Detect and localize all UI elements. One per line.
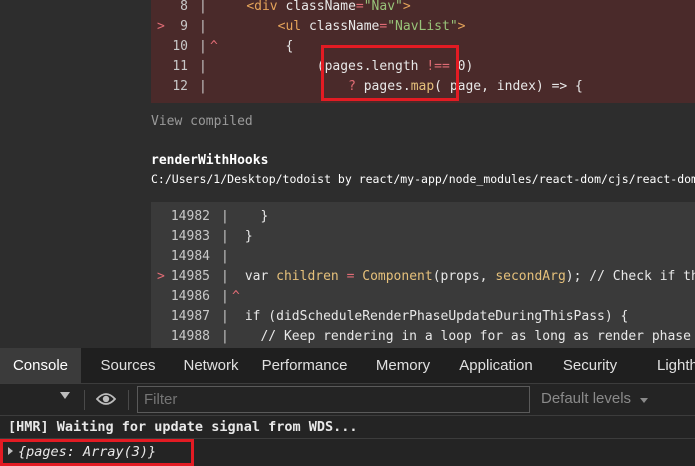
line-number: 8 bbox=[180, 0, 188, 14]
line-number: 14987 bbox=[170, 309, 210, 324]
devtools-tabbar: Console Sources Network Performance Memory Ap… bbox=[0, 348, 695, 384]
code-line: 14988 | // Keep rendering in a loop for a… bbox=[151, 327, 695, 347]
code-token: className bbox=[308, 19, 380, 34]
gutter-pipe: | bbox=[221, 249, 229, 264]
line-number: 14984 bbox=[170, 249, 210, 264]
code-text: } bbox=[237, 207, 268, 227]
toolbar-divider bbox=[84, 390, 85, 410]
code-token: = bbox=[355, 0, 364, 14]
console-toolbar: Default levels bbox=[0, 384, 695, 416]
code-token: <ul bbox=[277, 19, 309, 34]
code-token: } bbox=[237, 209, 269, 224]
line-number: 14983 bbox=[170, 229, 210, 244]
code-line: 14987 | if (didScheduleRenderPhaseUpdateD… bbox=[151, 307, 695, 327]
code-text: } bbox=[237, 227, 253, 247]
gutter-pipe: | bbox=[221, 329, 229, 344]
code-text: { bbox=[215, 37, 293, 57]
gutter-pipe: | bbox=[221, 289, 229, 304]
chevron-down-icon[interactable] bbox=[640, 398, 648, 403]
highlight-box-log bbox=[0, 439, 194, 466]
line-number: 14982 bbox=[170, 209, 210, 224]
code-text: <div className="Nav"> bbox=[215, 0, 411, 17]
tab-sources[interactable]: Sources bbox=[81, 348, 175, 383]
highlight-box-condition bbox=[321, 45, 459, 101]
code-token: var bbox=[237, 269, 277, 284]
code-token: <div bbox=[246, 0, 286, 14]
code-line: >14985 | var children = Component(props, … bbox=[151, 267, 695, 287]
code-token: } bbox=[237, 229, 253, 244]
context-dropdown-icon[interactable] bbox=[60, 392, 70, 399]
code-line: 14982 | } bbox=[151, 207, 695, 227]
tab-security[interactable]: Security bbox=[551, 348, 629, 383]
code-line: >9 | <ul className="NavList"> bbox=[151, 17, 695, 37]
gutter-pipe: | bbox=[199, 59, 207, 74]
code-line: 8 | <div className="Nav"> bbox=[151, 0, 695, 17]
console-filter-input[interactable] bbox=[137, 386, 530, 413]
code-token: "Nav" bbox=[363, 0, 403, 14]
current-line-arrow: > bbox=[157, 19, 165, 34]
eye-icon[interactable] bbox=[96, 392, 116, 406]
tab-performance[interactable]: Performance bbox=[248, 348, 361, 383]
toolbar-divider bbox=[128, 390, 129, 410]
code-token: ); // Check if there was bbox=[565, 269, 695, 284]
log-levels-dropdown[interactable]: Default levels bbox=[541, 390, 631, 407]
gutter-pipe: | bbox=[221, 209, 229, 224]
gutter-pipe: | bbox=[199, 0, 207, 14]
stack-file-path[interactable]: C:/Users/1/Desktop/todoist by react/my-a… bbox=[151, 172, 695, 186]
line-number: 10 bbox=[172, 39, 188, 54]
view-compiled-link[interactable]: View compiled bbox=[151, 114, 253, 129]
code-token: Component bbox=[362, 269, 433, 284]
code-text: // Keep rendering in a loop for as long … bbox=[237, 327, 695, 347]
gutter-pipe: | bbox=[221, 309, 229, 324]
tab-console[interactable]: Console bbox=[0, 348, 81, 383]
code-token: "NavList" bbox=[387, 19, 458, 34]
code-line: 14983 | } bbox=[151, 227, 695, 247]
error-overlay: 8 | <div className="Nav"> >9 | <ul classNam… bbox=[0, 0, 695, 348]
line-number: 14986 bbox=[170, 289, 210, 304]
gutter-pipe: | bbox=[199, 79, 207, 94]
gutter-pipe: | bbox=[199, 39, 207, 54]
code-token: secondArg bbox=[495, 269, 566, 284]
code-line: 14984 | bbox=[151, 247, 695, 267]
gutter-pipe: | bbox=[221, 269, 229, 284]
tab-lighthouse[interactable]: Lighthouse bbox=[657, 348, 695, 383]
console-log-message: [HMR] Waiting for update signal from WDS… bbox=[8, 419, 358, 435]
stack-function-name: renderWithHooks bbox=[151, 153, 269, 168]
line-number: 12 bbox=[172, 79, 188, 94]
line-number: 11 bbox=[172, 59, 188, 74]
code-token: > bbox=[402, 0, 411, 14]
devtools-panel: Console Sources Network Performance Memory Ap… bbox=[0, 348, 695, 466]
error-caret: ^ bbox=[232, 289, 240, 304]
code-line: 14986 | ^ bbox=[151, 287, 695, 307]
compiled-code-frame: 14982 | } 14983 | } 14984 | >14985 | var childr… bbox=[151, 202, 695, 348]
code-token: > bbox=[457, 19, 466, 34]
code-text: var children = Component(props, secondAr… bbox=[237, 267, 695, 287]
code-token: = bbox=[338, 269, 363, 284]
code-token: className bbox=[285, 0, 356, 14]
tab-application[interactable]: Application bbox=[446, 348, 546, 383]
code-token: { bbox=[215, 39, 294, 54]
line-number: 9 bbox=[180, 19, 188, 34]
code-token: if (didScheduleRenderPhaseUpdateDuringTh… bbox=[237, 309, 629, 324]
tab-network[interactable]: Network bbox=[162, 348, 260, 383]
code-token: (props, bbox=[432, 269, 496, 284]
code-text: <ul className="NavList"> bbox=[215, 17, 466, 37]
current-line-arrow: > bbox=[157, 269, 165, 284]
code-text: if (didScheduleRenderPhaseUpdateDuringTh… bbox=[237, 307, 629, 327]
code-token: children bbox=[276, 269, 339, 284]
line-number: 14988 bbox=[170, 329, 210, 344]
gutter-pipe: | bbox=[199, 19, 207, 34]
gutter-pipe: | bbox=[221, 229, 229, 244]
tab-memory[interactable]: Memory bbox=[360, 348, 446, 383]
line-number: 14985 bbox=[170, 269, 210, 284]
code-token: // Keep rendering in a loop for as long … bbox=[260, 329, 691, 344]
